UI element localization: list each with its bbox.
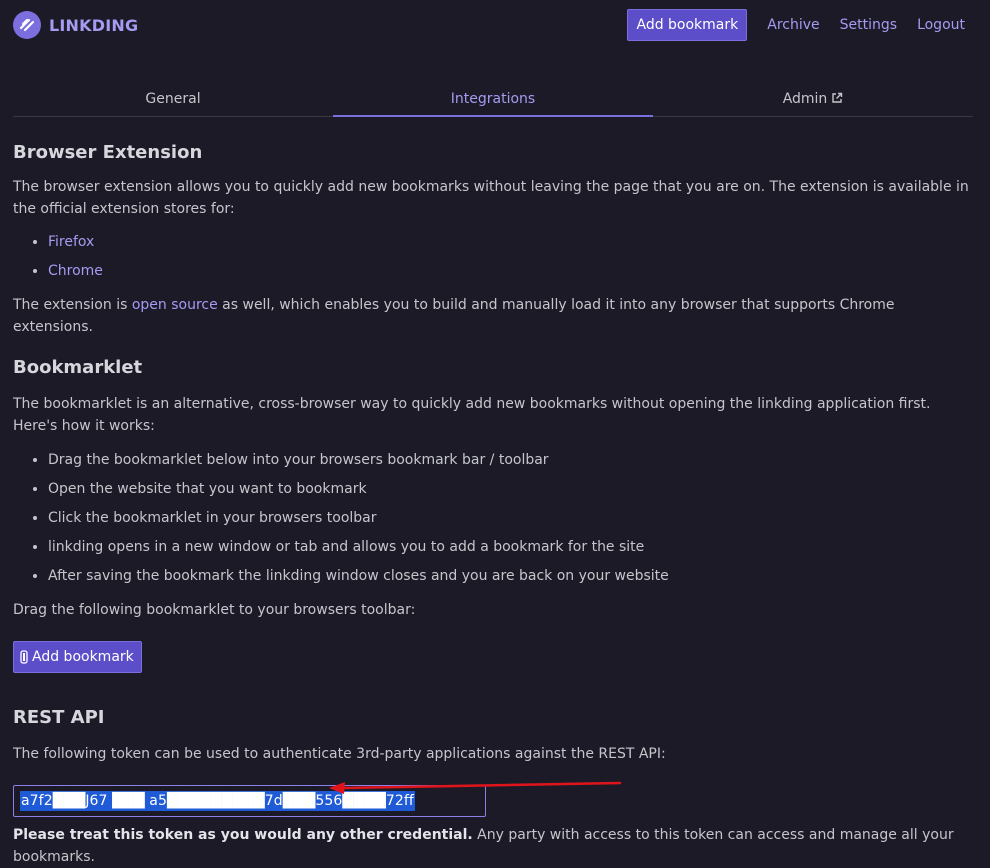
brand-name: LINKDING xyxy=(49,15,139,35)
bookmark-icon xyxy=(20,650,28,664)
list-item: Chrome xyxy=(48,258,978,287)
annotation-arrow-icon xyxy=(329,781,622,794)
token-warning-bold: Please treat this token as you would any… xyxy=(13,827,473,843)
drag-instruction: Drag the following bookmarklet to your b… xyxy=(13,602,416,618)
firefox-store-link[interactable]: Firefox xyxy=(48,234,94,250)
bookmarklet-button[interactable]: Add bookmark xyxy=(13,641,142,673)
rest-api-heading: REST API xyxy=(13,707,105,728)
list-item: Drag the bookmarklet below into your bro… xyxy=(48,447,978,476)
nav-archive-link[interactable]: Archive xyxy=(767,9,819,41)
list-item: linkding opens in a new window or tab an… xyxy=(48,534,978,563)
list-item: Open the website that you want to bookma… xyxy=(48,476,978,505)
store-list: Firefox Chrome xyxy=(13,229,978,287)
chrome-store-link[interactable]: Chrome xyxy=(48,263,103,279)
list-item: After saving the bookmark the linkding w… xyxy=(48,563,978,592)
top-nav: Add bookmark Archive Settings Logout xyxy=(627,9,990,41)
nav-settings-link[interactable]: Settings xyxy=(840,9,897,41)
bookmarklet-steps: Drag the bookmarklet below into your bro… xyxy=(13,447,978,592)
open-source-prefix: The extension is xyxy=(13,297,132,313)
integrations-content: Browser Extension The browser extension … xyxy=(13,140,978,868)
open-source-link[interactable]: open source xyxy=(132,297,218,313)
tab-admin[interactable]: Admin xyxy=(653,84,973,116)
external-link-icon xyxy=(831,85,843,115)
browser-extension-description: The browser extension allows you to quic… xyxy=(13,179,969,217)
tab-general[interactable]: General xyxy=(13,84,333,116)
tab-integrations[interactable]: Integrations xyxy=(333,84,653,117)
app-header: LINKDING Add bookmark Archive Settings L… xyxy=(0,0,990,50)
bookmarklet-description: The bookmarklet is an alternative, cross… xyxy=(13,396,931,434)
settings-tabs: General Integrations Admin xyxy=(13,84,973,117)
brand-link[interactable]: LINKDING xyxy=(13,11,138,39)
browser-extension-heading: Browser Extension xyxy=(13,142,203,163)
linkding-logo-icon xyxy=(13,11,41,39)
tab-general-label: General xyxy=(145,91,201,107)
bookmarklet-button-label: Add bookmark xyxy=(32,649,134,665)
add-bookmark-button[interactable]: Add bookmark xyxy=(627,9,748,41)
rest-api-description: The following token can be used to authe… xyxy=(13,746,666,762)
nav-logout-link[interactable]: Logout xyxy=(917,9,965,41)
tab-integrations-label: Integrations xyxy=(450,91,536,107)
list-item: Click the bookmarklet in your browsers t… xyxy=(48,505,978,534)
token-warning: Please treat this token as you would any… xyxy=(13,824,978,868)
tab-admin-label: Admin xyxy=(782,91,828,107)
open-source-note: The extension is open source as well, wh… xyxy=(13,294,978,338)
bookmarklet-heading: Bookmarklet xyxy=(13,357,143,378)
list-item: Firefox xyxy=(48,229,978,258)
